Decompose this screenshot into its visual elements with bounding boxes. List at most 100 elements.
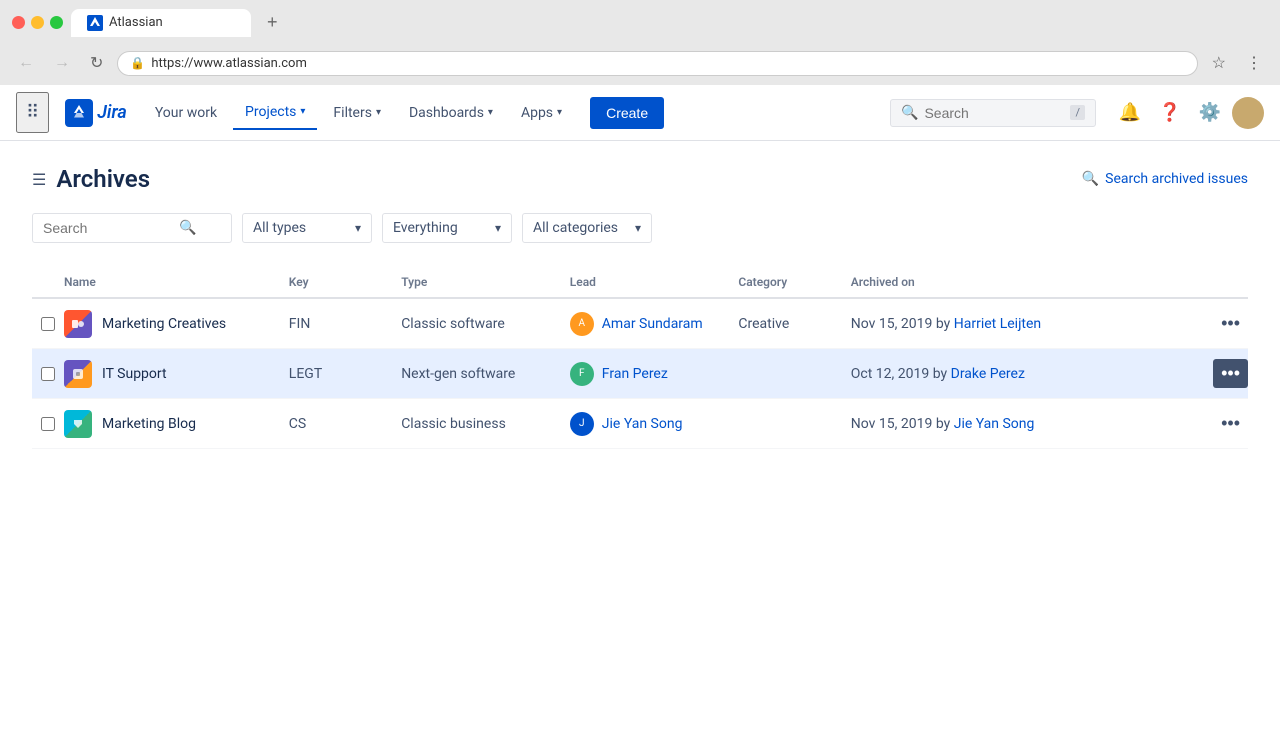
category-filter-label: All categories [533, 220, 618, 236]
project-icon [64, 360, 92, 388]
archived-by-link[interactable]: Harriet Leijten [954, 316, 1041, 332]
jira-logo-text: Jira [97, 102, 127, 123]
row-name-col: IT Support [64, 360, 289, 388]
nav-your-work[interactable]: Your work [143, 97, 229, 129]
search-icon: 🔍 [901, 105, 918, 121]
browser-dots [12, 16, 63, 29]
row-more-button[interactable]: ••• [1213, 309, 1248, 338]
browser-chrome: Atlassian + ← → ↻ 🔒 https://www.atlassia… [0, 0, 1280, 85]
project-name: IT Support [102, 366, 167, 382]
url-text: https://www.atlassian.com [151, 56, 307, 71]
page-title: Archives [56, 165, 150, 193]
row-checkbox[interactable] [41, 317, 55, 331]
chevron-down-icon: ▾ [557, 107, 562, 118]
row-lead-col: F Fran Perez [570, 362, 739, 386]
project-icon [64, 310, 92, 338]
row-key-col: FIN [289, 316, 401, 332]
atlassian-favicon-icon [89, 17, 101, 29]
close-dot[interactable] [12, 16, 25, 29]
header-lead-col: Lead [570, 275, 739, 289]
help-button[interactable]: ❓ [1152, 95, 1188, 131]
settings-button[interactable]: ⚙️ [1192, 95, 1228, 131]
global-search-box[interactable]: 🔍 / [890, 99, 1096, 127]
browser-tab[interactable]: Atlassian [71, 9, 251, 37]
lead-name[interactable]: Fran Perez [602, 366, 668, 382]
nav-dashboards[interactable]: Dashboards ▾ [397, 97, 505, 129]
name-search-filter[interactable]: 🔍 [32, 213, 232, 243]
row-actions-col: ••• [1188, 409, 1248, 438]
address-bar[interactable]: 🔒 https://www.atlassian.com [117, 51, 1197, 76]
table-row: IT Support LEGT Next-gen software F Fran… [32, 349, 1248, 399]
chevron-down-icon: ▾ [635, 221, 641, 235]
app-header: ⠿ Jira Your work Projects ▾ Filters ▾ Da… [0, 85, 1280, 141]
header-key-col: Key [289, 275, 401, 289]
row-more-button[interactable]: ••• [1213, 359, 1248, 388]
header-type-col: Type [401, 275, 570, 289]
notifications-button[interactable]: 🔔 [1112, 95, 1148, 131]
nav-filters[interactable]: Filters ▾ [321, 97, 393, 129]
project-icon [64, 410, 92, 438]
row-key-col: CS [289, 416, 401, 432]
page-title-group: ☰ Archives [32, 165, 150, 193]
create-button[interactable]: Create [590, 97, 664, 129]
sidebar-toggle-icon[interactable]: ☰ [32, 170, 46, 189]
forward-button[interactable]: → [48, 50, 76, 76]
table-header: Name Key Type Lead Category Archived on [32, 267, 1248, 299]
jira-icon [71, 105, 87, 121]
row-checkbox-col[interactable] [32, 417, 64, 431]
search-archived-button[interactable]: 🔍 Search archived issues [1082, 171, 1248, 187]
table-row: Marketing Blog CS Classic business J Jie… [32, 399, 1248, 449]
row-lead-col: A Amar Sundaram [570, 312, 739, 336]
everything-filter-label: Everything [393, 220, 458, 236]
jira-logo-icon [65, 99, 93, 127]
everything-filter[interactable]: Everything ▾ [382, 213, 512, 243]
row-name-col: Marketing Creatives [64, 310, 289, 338]
row-more-button[interactable]: ••• [1213, 409, 1248, 438]
global-search-input[interactable] [924, 105, 1064, 121]
jira-logo[interactable]: Jira [65, 99, 127, 127]
search-archived-icon: 🔍 [1082, 171, 1099, 187]
tab-title: Atlassian [109, 15, 163, 30]
lock-icon: 🔒 [130, 56, 145, 70]
row-type-col: Classic business [401, 416, 570, 432]
header-name-col: Name [64, 275, 289, 289]
reload-button[interactable]: ↻ [84, 49, 109, 77]
table-row: Marketing Creatives FIN Classic software… [32, 299, 1248, 349]
browser-titlebar: Atlassian + [12, 8, 1268, 37]
new-tab-button[interactable]: + [259, 8, 286, 37]
type-filter[interactable]: All types ▾ [242, 213, 372, 243]
nav-apps[interactable]: Apps ▾ [509, 97, 574, 129]
row-checkbox[interactable] [41, 417, 55, 431]
app-switcher-button[interactable]: ⠿ [16, 92, 49, 133]
type-filter-label: All types [253, 220, 306, 236]
main-nav: Your work Projects ▾ Filters ▾ Dashboard… [143, 96, 574, 130]
chevron-down-icon: ▾ [488, 107, 493, 118]
it-support-icon [70, 366, 86, 382]
archived-by-link[interactable]: Drake Perez [951, 366, 1025, 382]
marketing-blog-icon [70, 416, 86, 432]
bookmark-button[interactable]: ☆ [1206, 49, 1232, 77]
back-button[interactable]: ← [12, 50, 40, 76]
browser-menu-button[interactable]: ⋮ [1240, 49, 1268, 77]
row-actions-col: ••• [1188, 309, 1248, 338]
minimize-dot[interactable] [31, 16, 44, 29]
chevron-down-icon: ▾ [300, 106, 305, 117]
row-checkbox-col[interactable] [32, 367, 64, 381]
header-archived-col: Archived on [851, 275, 1188, 289]
row-archived-col: Nov 15, 2019 by Jie Yan Song [851, 416, 1188, 432]
row-checkbox-col[interactable] [32, 317, 64, 331]
project-name: Marketing Creatives [102, 316, 226, 332]
row-archived-col: Oct 12, 2019 by Drake Perez [851, 366, 1188, 382]
nav-projects[interactable]: Projects ▾ [233, 96, 317, 130]
browser-toolbar: ← → ↻ 🔒 https://www.atlassian.com ☆ ⋮ [12, 45, 1268, 85]
row-checkbox[interactable] [41, 367, 55, 381]
archived-by-link[interactable]: Jie Yan Song [954, 416, 1035, 432]
archives-table: Name Key Type Lead Category Archived on … [32, 267, 1248, 449]
user-avatar[interactable] [1232, 97, 1264, 129]
name-search-input[interactable] [43, 220, 173, 236]
lead-name[interactable]: Jie Yan Song [602, 416, 683, 432]
category-filter[interactable]: All categories ▾ [522, 213, 652, 243]
maximize-dot[interactable] [50, 16, 63, 29]
lead-name[interactable]: Amar Sundaram [602, 316, 703, 332]
row-type-col: Classic software [401, 316, 570, 332]
